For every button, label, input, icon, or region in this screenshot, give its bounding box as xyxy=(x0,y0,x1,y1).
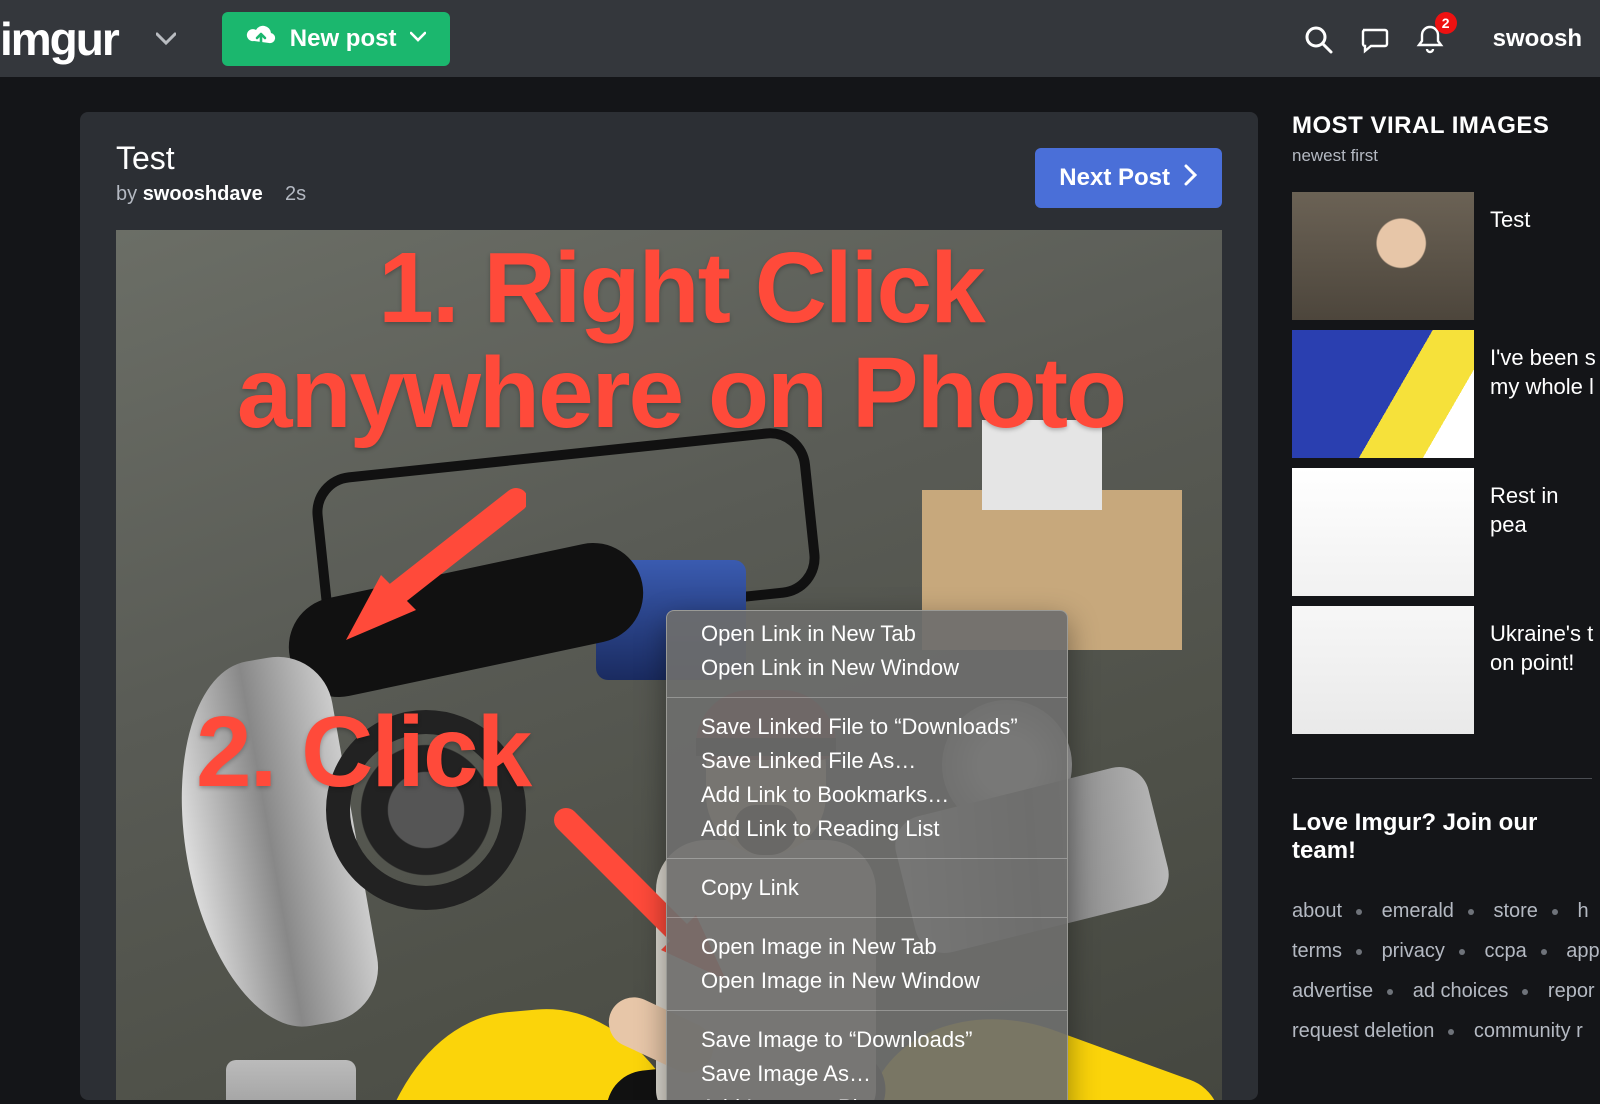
footer-link[interactable]: repor xyxy=(1548,980,1595,1002)
ctx-save-image-as[interactable]: Save Image As… xyxy=(667,1057,1067,1091)
post-image[interactable]: 1. Right Click anywhere on Photo 2. Clic… xyxy=(116,230,1222,1100)
viral-thumb xyxy=(1292,192,1474,320)
ctx-open-image-new-window[interactable]: Open Image in New Window xyxy=(667,964,1067,1004)
footer-link[interactable]: ccpa xyxy=(1484,940,1526,962)
chat-icon[interactable] xyxy=(1351,16,1397,62)
ctx-open-image-new-tab[interactable]: Open Image in New Tab xyxy=(667,924,1067,964)
by-label: by xyxy=(116,183,137,205)
context-menu: Open Link in New Tab Open Link in New Wi… xyxy=(666,610,1068,1100)
photo-decor xyxy=(226,1060,356,1100)
footer-link[interactable]: ad choices xyxy=(1413,980,1509,1002)
ctx-save-image-downloads[interactable]: Save Image to “Downloads” xyxy=(667,1017,1067,1057)
ctx-save-linked-downloads[interactable]: Save Linked File to “Downloads” xyxy=(667,704,1067,744)
viral-thumb xyxy=(1292,606,1474,734)
app-header: imgur New post 2 swoosh xyxy=(0,0,1600,77)
viral-item[interactable]: Ukraine's t on point! xyxy=(1292,606,1600,734)
page-body: Test by swooshdave 2s Next Post xyxy=(0,77,1600,1100)
new-post-button[interactable]: New post xyxy=(222,12,451,66)
post-author[interactable]: swooshdave xyxy=(143,183,263,205)
viral-title: Test xyxy=(1474,192,1530,320)
post-card: Test by swooshdave 2s Next Post xyxy=(80,112,1258,1100)
sidebar: MOST VIRAL IMAGES newest first Test I've… xyxy=(1292,112,1600,1100)
annotation-step-1: 1. Right Click anywhere on Photo xyxy=(146,236,1216,446)
footer-link[interactable]: terms xyxy=(1292,940,1342,962)
footer-link[interactable]: privacy xyxy=(1382,940,1445,962)
footer-link[interactable]: store xyxy=(1493,900,1537,922)
new-post-label: New post xyxy=(290,25,397,53)
notifications-icon[interactable]: 2 xyxy=(1407,16,1453,62)
viral-item[interactable]: Rest in pea xyxy=(1292,468,1600,596)
viral-item[interactable]: I've been s my whole l xyxy=(1292,330,1600,458)
logo-dropdown-chevron-icon[interactable] xyxy=(156,32,176,46)
viral-item[interactable]: Test xyxy=(1292,192,1600,320)
next-post-label: Next Post xyxy=(1059,164,1170,192)
chevron-down-icon xyxy=(410,30,426,48)
search-icon[interactable] xyxy=(1295,16,1341,62)
logo-text: imgur xyxy=(0,13,118,65)
footer-link[interactable]: app xyxy=(1566,940,1599,962)
viral-thumb xyxy=(1292,330,1474,458)
footer-link[interactable]: community r xyxy=(1474,1020,1583,1042)
footer-link[interactable]: emerald xyxy=(1382,900,1454,922)
footer-link[interactable]: h xyxy=(1577,900,1588,922)
annotation-step-2: 2. Click xyxy=(196,700,530,805)
viral-title: Ukraine's t on point! xyxy=(1474,606,1600,734)
team-callout[interactable]: Love Imgur? Join our team! xyxy=(1292,809,1600,865)
username-label[interactable]: swoosh xyxy=(1493,25,1582,53)
post-age: 2s xyxy=(285,183,306,205)
arrow-icon xyxy=(326,480,526,650)
ctx-add-image-photos[interactable]: Add Image to Photos xyxy=(667,1091,1067,1100)
viral-thumb xyxy=(1292,468,1474,596)
ctx-open-link-new-window[interactable]: Open Link in New Window xyxy=(667,651,1067,691)
notification-badge: 2 xyxy=(1435,12,1457,34)
footer-links: about emerald store h terms privacy ccpa… xyxy=(1292,891,1600,1051)
viral-title: I've been s my whole l xyxy=(1474,330,1600,458)
viral-title: Rest in pea xyxy=(1474,468,1600,596)
footer-link[interactable]: advertise xyxy=(1292,980,1373,1002)
ctx-copy-link[interactable]: Copy Link xyxy=(667,865,1067,911)
viral-list: Test I've been s my whole l Rest in pea … xyxy=(1292,192,1600,734)
logo[interactable]: imgur xyxy=(0,12,118,66)
sidebar-divider xyxy=(1292,778,1592,779)
sidebar-subheading[interactable]: newest first xyxy=(1292,146,1600,166)
ctx-open-link-new-tab[interactable]: Open Link in New Tab xyxy=(667,611,1067,651)
footer-link[interactable]: about xyxy=(1292,900,1342,922)
ctx-add-link-reading-list[interactable]: Add Link to Reading List xyxy=(667,812,1067,852)
upload-cloud-icon xyxy=(246,25,276,52)
ctx-save-linked-as[interactable]: Save Linked File As… xyxy=(667,744,1067,778)
footer-link[interactable]: request deletion xyxy=(1292,1020,1434,1042)
ctx-add-link-bookmarks[interactable]: Add Link to Bookmarks… xyxy=(667,778,1067,812)
sidebar-heading: MOST VIRAL IMAGES xyxy=(1292,112,1600,140)
chevron-right-icon xyxy=(1184,164,1198,193)
next-post-button[interactable]: Next Post xyxy=(1035,148,1222,208)
